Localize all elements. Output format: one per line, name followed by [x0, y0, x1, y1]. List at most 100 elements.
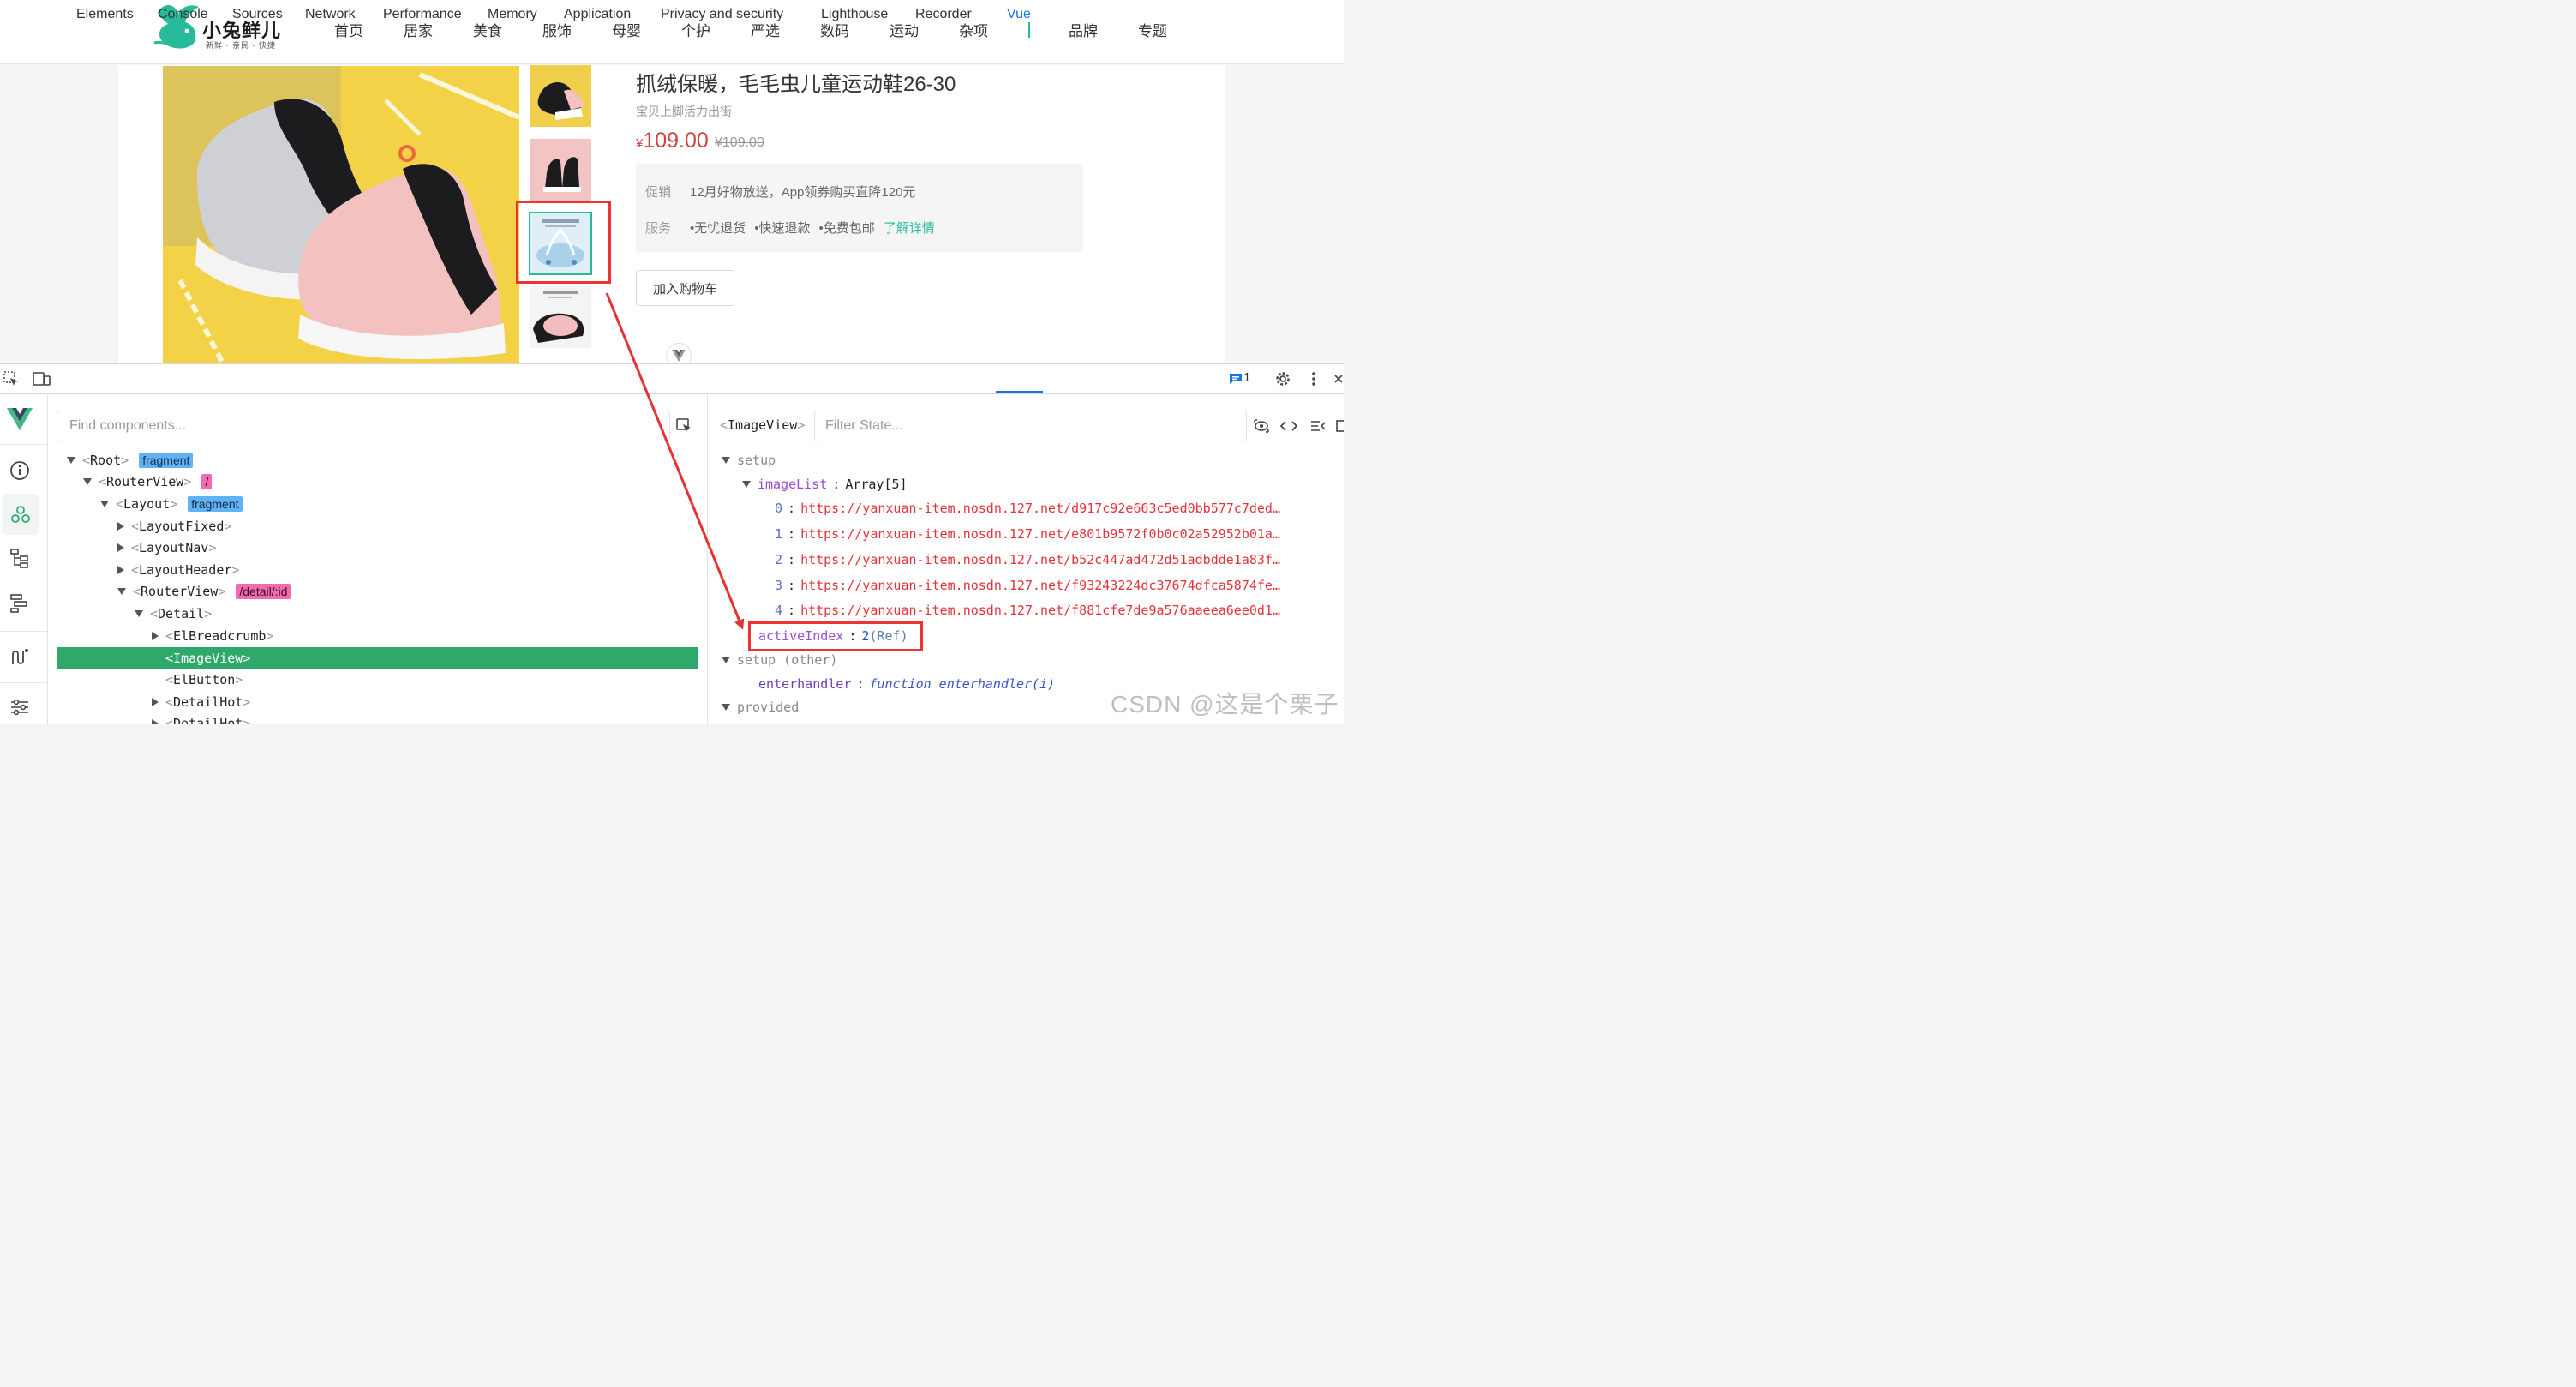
panel-splitter[interactable]	[707, 394, 708, 724]
component-badge: /detail/:id	[236, 584, 291, 599]
component-tree-row[interactable]: < LayoutFixed >	[117, 516, 231, 537]
tab-application[interactable]: Application	[564, 7, 631, 22]
add-to-cart-button[interactable]: 加入购物车	[636, 270, 734, 306]
device-toolbar-icon[interactable]	[31, 370, 53, 387]
component-tree-row[interactable]: < ElBreadcrumb >	[152, 626, 273, 646]
find-components-search[interactable]	[57, 411, 670, 441]
component-tree-row[interactable]: < LayoutHeader >	[117, 560, 239, 580]
filter-state-input[interactable]	[815, 411, 1246, 441]
settings-gear-icon[interactable]	[1273, 369, 1292, 388]
tab-lighthouse[interactable]: Lighthouse	[821, 7, 888, 22]
tab-network[interactable]: Network	[305, 7, 356, 22]
component-tree-row[interactable]: < RouterView > /	[83, 471, 213, 492]
tag-bracket: >	[170, 496, 178, 512]
state-value: function enterhandler(i)	[869, 676, 1056, 692]
caret-right-icon[interactable]	[152, 698, 159, 706]
component-tree-row[interactable]: < ImageView >	[152, 648, 250, 669]
caret-right-icon[interactable]	[152, 719, 159, 724]
tab-sources[interactable]: Sources	[232, 7, 283, 22]
scroll-to-component-icon[interactable]	[1253, 418, 1270, 434]
state-key: imageList	[758, 477, 828, 492]
sidebar-divider	[0, 631, 48, 632]
component-tree-icon[interactable]	[7, 545, 33, 571]
find-components-input[interactable]	[57, 411, 669, 441]
tab-console[interactable]: Console	[158, 7, 208, 22]
component-tree-row[interactable]: < DetailHot >	[152, 692, 250, 712]
tab-memory[interactable]: Memory	[488, 7, 537, 22]
tab-privacy-security[interactable]: Privacy and security	[661, 7, 783, 22]
select-component-icon[interactable]	[675, 417, 692, 435]
state-row-image-url[interactable]: 0: https://yanxuan-item.nosdn.127.net/d91…	[775, 498, 1280, 519]
timeline-icon[interactable]	[7, 590, 33, 615]
nav-item-sports[interactable]: 运动	[890, 19, 919, 40]
thumbnail-1[interactable]	[530, 65, 591, 127]
thumbnail-4[interactable]	[530, 286, 591, 348]
thumbnail-4-image	[530, 286, 591, 348]
caret-down-icon[interactable]	[67, 457, 75, 464]
nav-item-topics[interactable]: 专题	[1138, 19, 1167, 40]
array-index: 3	[775, 578, 783, 593]
settings-sliders-icon[interactable]	[7, 694, 33, 720]
tab-elements[interactable]: Elements	[76, 7, 134, 22]
component-tree-row[interactable]: < Detail >	[135, 603, 212, 624]
caret-down-icon[interactable]	[742, 481, 751, 488]
more-options-icon[interactable]	[1308, 370, 1320, 387]
thumbnail-2[interactable]	[530, 139, 591, 201]
caret-down-icon[interactable]	[100, 501, 109, 507]
tag-bracket: >	[121, 453, 129, 468]
state-row-enterhandler[interactable]: enterhandler: function enterhandler(i)	[758, 674, 1055, 694]
components-icon[interactable]	[3, 494, 39, 535]
caret-down-icon[interactable]	[722, 457, 730, 464]
caret-right-icon[interactable]	[117, 543, 124, 552]
component-name: RouterView	[141, 584, 219, 599]
vue-devtools-sidebar	[0, 394, 48, 724]
caret-down-icon[interactable]	[722, 657, 730, 663]
tag-bracket: >	[204, 606, 213, 621]
state-colon: :	[788, 603, 796, 618]
component-badge: fragment	[139, 453, 194, 468]
product-title: 抓绒保暖，毛毛虫儿童运动鞋26-30	[636, 73, 956, 96]
component-tree-row[interactable]: < LayoutNav >	[117, 537, 216, 558]
inspect-dom-icon[interactable]	[1309, 418, 1327, 434]
issues-icon[interactable]	[1228, 372, 1243, 386]
caret-down-icon[interactable]	[135, 610, 143, 617]
close-devtools-icon[interactable]	[1333, 370, 1344, 387]
state-section-setup-other[interactable]: setup (other)	[722, 650, 837, 670]
tab-recorder[interactable]: Recorder	[915, 7, 972, 22]
state-row-image-url[interactable]: 3: https://yanxuan-item.nosdn.127.net/f93…	[775, 575, 1280, 596]
state-row-imagelist[interactable]: imageList: Array[5]	[742, 474, 908, 495]
filter-state-search[interactable]	[814, 411, 1247, 441]
tag-bracket: <	[165, 716, 174, 724]
tab-vue[interactable]: Vue	[1007, 7, 1031, 22]
caret-right-icon[interactable]	[152, 632, 159, 640]
component-tree-row[interactable]: < Root > fragment	[67, 450, 194, 471]
state-section-setup[interactable]: setup	[722, 450, 776, 471]
sneaker-image	[163, 66, 519, 363]
show-render-code-icon[interactable]	[1280, 418, 1297, 434]
state-row-image-url[interactable]: 2: https://yanxuan-item.nosdn.127.net/b52…	[775, 549, 1280, 570]
caret-right-icon[interactable]	[117, 566, 124, 574]
state-row-image-url[interactable]: 1: https://yanxuan-item.nosdn.127.net/e80…	[775, 524, 1280, 544]
component-tree-row[interactable]: < DetailHot >	[152, 713, 250, 724]
caret-down-icon[interactable]	[117, 588, 126, 595]
inspect-element-icon[interactable]	[2, 370, 21, 387]
caret-right-icon[interactable]	[117, 522, 124, 531]
component-tree-row[interactable]: < Layout > fragment	[100, 494, 243, 514]
service-details-link[interactable]: 了解详情	[884, 221, 935, 236]
info-icon[interactable]	[7, 458, 33, 483]
state-row-image-url[interactable]: 4: https://yanxuan-item.nosdn.127.net/f88…	[775, 600, 1280, 621]
caret-down-icon[interactable]	[83, 478, 92, 485]
service-label: 服务	[645, 221, 672, 236]
router-icon[interactable]	[7, 645, 33, 670]
component-name: DetailHot	[173, 716, 243, 724]
state-colon: :	[856, 676, 865, 692]
open-in-editor-icon[interactable]	[1335, 418, 1344, 434]
component-tree-row[interactable]: < ElButton >	[152, 669, 243, 690]
caret-down-icon[interactable]	[722, 704, 730, 711]
state-section-provided[interactable]: provided	[722, 697, 799, 718]
tab-performance[interactable]: Performance	[383, 7, 462, 22]
component-tree-row[interactable]: < RouterView > /detail/:id	[117, 581, 291, 602]
issues-count[interactable]: 1	[1243, 370, 1250, 385]
product-old-price: ¥109.00	[715, 135, 764, 150]
nav-item-brand[interactable]: 品牌	[1069, 19, 1098, 40]
